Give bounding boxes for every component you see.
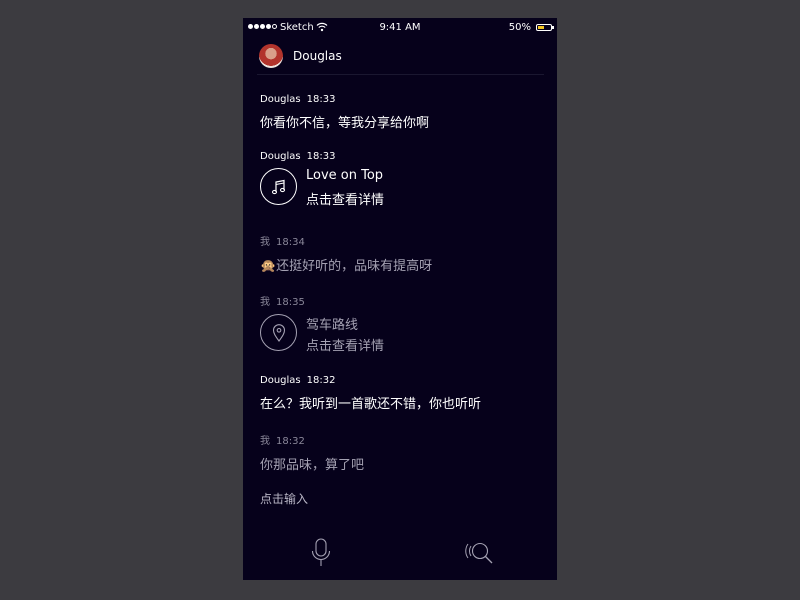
message-text[interactable]: 在么？我听到一首歌还不错，你也听听 [260, 393, 545, 412]
contact-name[interactable]: Douglas [293, 49, 342, 63]
message-time: 18:34 [276, 237, 305, 248]
phone-screen: Sketch 9:41 AM 50% Douglas Douglas 18:33 … [243, 18, 557, 580]
battery-percentage: 50% [508, 22, 531, 33]
message-meta: 我 18:32 [260, 432, 545, 447]
message-meta: 我 18:35 [260, 293, 545, 308]
voice-search-icon[interactable] [465, 538, 499, 568]
message-sender: Douglas [260, 151, 301, 162]
message-item: Douglas 18:32 在么？我听到一首歌还不错，你也听听 [260, 375, 545, 412]
music-share-card[interactable]: Love on Top 点击查看详情 [260, 168, 545, 210]
message-time: 18:33 [306, 151, 336, 162]
card-subtitle[interactable]: 点击查看详情 [306, 189, 384, 208]
message-meta: Douglas 18:33 [260, 151, 545, 162]
message-item: 我 18:34 🙊还挺好听的，品味有提高呀 [260, 233, 545, 274]
message-sender: 我 [260, 237, 270, 248]
message-time: 18:32 [306, 375, 336, 386]
battery-icon [536, 24, 554, 31]
message-item: Douglas 18:33 你看你不信，等我分享给你啊 [260, 94, 545, 131]
microphone-icon[interactable] [307, 537, 335, 569]
chat-header: Douglas [257, 42, 544, 75]
card-title: 驾车路线 [306, 318, 359, 333]
message-time: 18:32 [276, 436, 305, 447]
message-sender: Douglas [260, 375, 301, 386]
message-item: 我 18:32 你那品味，算了吧 [260, 432, 545, 473]
bottom-toolbar [243, 533, 557, 580]
message-meta: Douglas 18:32 [260, 375, 545, 386]
location-pin-icon [260, 314, 297, 351]
message-meta: Douglas 18:33 [260, 94, 545, 105]
message-sender: 我 [260, 436, 270, 447]
message-item: 我 18:35 驾车路线 点击查看详情 [260, 293, 545, 356]
card-subtitle[interactable]: 点击查看详情 [306, 335, 384, 354]
message-time: 18:33 [306, 94, 336, 105]
card-title: Love on Top [306, 168, 384, 183]
message-time: 18:35 [276, 297, 305, 308]
music-note-icon [260, 168, 297, 205]
route-share-card[interactable]: 驾车路线 点击查看详情 [260, 314, 545, 356]
message-text[interactable]: 你那品味，算了吧 [260, 454, 545, 473]
message-sender: Douglas [260, 94, 301, 105]
status-bar: Sketch 9:41 AM 50% [243, 18, 557, 38]
avatar[interactable] [259, 44, 283, 68]
message-input[interactable]: 点击输入 [260, 490, 308, 507]
message-item: Douglas 18:33 Love on Top 点击查看详情 [260, 151, 545, 210]
message-text[interactable]: 你看你不信，等我分享给你啊 [260, 112, 545, 131]
message-sender: 我 [260, 297, 270, 308]
message-meta: 我 18:34 [260, 233, 545, 248]
message-text[interactable]: 🙊还挺好听的，品味有提高呀 [260, 255, 545, 274]
